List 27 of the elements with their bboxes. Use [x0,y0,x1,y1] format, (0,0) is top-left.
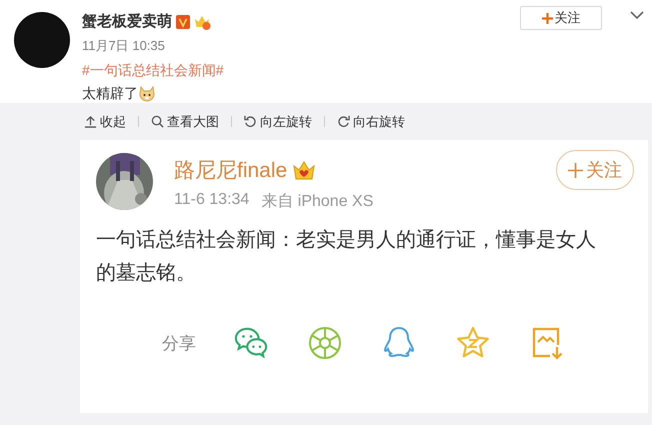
follow-button[interactable]: 关注 [520,6,602,30]
aperture-icon[interactable] [308,326,342,360]
crown-icon [293,160,316,180]
upload-icon [84,115,97,128]
save-image-icon[interactable] [530,326,564,360]
star-icon[interactable] [456,326,490,360]
penguin-icon[interactable] [382,326,416,360]
chat-bubbles-icon[interactable] [234,326,268,360]
toolbar-button[interactable]: 查看大图 [147,112,223,130]
plus-icon [568,162,583,178]
post-source: 来自 iPhone XS [261,192,374,212]
post-time: 11-6 13:34 [174,191,250,210]
author-name[interactable]: 蟹老板爱卖萌 [82,12,172,31]
post-text: 一句话总结社会新闻：老实是男人的通行证，懂事是女人的墓志铭。 [96,228,597,286]
chevron-down-icon[interactable] [630,11,644,20]
rotate-left-icon [244,115,257,128]
rotate-right-icon [337,115,350,128]
toolbar-button[interactable]: 向右旋转 [333,112,409,130]
plus-icon [542,12,552,24]
crown-icon [194,14,211,30]
author-name: 路尼尼finale [174,158,288,184]
toolbar-button[interactable]: 收起 [80,112,130,130]
post-text: 太精辟了 [82,85,138,103]
search-icon [151,115,164,128]
toolbar-button[interactable]: 向左旋转 [240,112,316,130]
share-label: 分享 [162,332,196,354]
post-date[interactable]: 11月7日 10:35 [82,37,224,55]
